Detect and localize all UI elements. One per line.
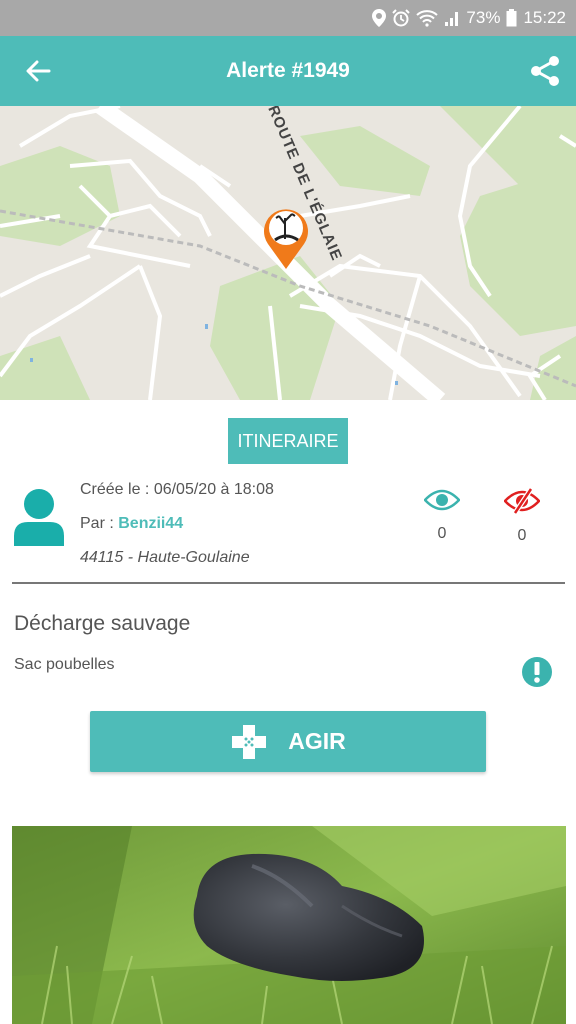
- eye-slash-icon: [503, 487, 541, 515]
- location-text: 44115 - Haute-Goulaine: [80, 549, 250, 566]
- location-icon: [372, 9, 387, 27]
- author-prefix: Par :: [80, 515, 119, 532]
- battery-icon: [506, 9, 517, 27]
- alarm-icon: [392, 9, 411, 27]
- views-count: 0: [437, 525, 447, 542]
- share-icon: [531, 56, 559, 86]
- author-link[interactable]: Benzii44: [118, 515, 183, 532]
- status-bar-right: 73% 15:22: [372, 0, 566, 36]
- bandage-cross-icon: [232, 724, 267, 759]
- status-time: 15:22: [523, 8, 566, 27]
- itinerary-button[interactable]: ITINERAIRE: [228, 418, 348, 464]
- map-canvas: ROUTE DE L'ÉGLAIE: [0, 106, 576, 400]
- status-bar: 73% 15:22: [0, 0, 576, 36]
- app-bar: Alerte #1949: [0, 36, 576, 106]
- wifi-icon: [416, 10, 439, 27]
- map-view[interactable]: ROUTE DE L'ÉGLAIE: [0, 106, 576, 400]
- act-button[interactable]: AGIR: [90, 711, 486, 772]
- eye-icon: [423, 489, 461, 511]
- author-line: Par : Benzii44: [80, 515, 183, 533]
- share-button[interactable]: [526, 52, 564, 90]
- page-title: Alerte #1949: [226, 59, 350, 82]
- user-avatar-icon: [14, 489, 64, 546]
- alert-category: Décharge sauvage: [14, 612, 191, 635]
- battery-percent: 73%: [466, 8, 501, 27]
- divider: [12, 582, 565, 584]
- signal-icon: [445, 12, 459, 26]
- alert-description: Sac poubelles: [14, 656, 115, 673]
- created-date: Créée le : 06/05/20 à 18:08: [80, 481, 274, 498]
- alert-photo-image: [12, 826, 566, 1024]
- hidden-counter: 0: [502, 487, 542, 545]
- report-alert-icon[interactable]: [521, 656, 553, 688]
- views-counter: 0: [422, 488, 462, 543]
- act-button-label: AGIR: [288, 728, 346, 754]
- alert-photo[interactable]: [12, 826, 566, 1024]
- hidden-count: 0: [517, 527, 527, 544]
